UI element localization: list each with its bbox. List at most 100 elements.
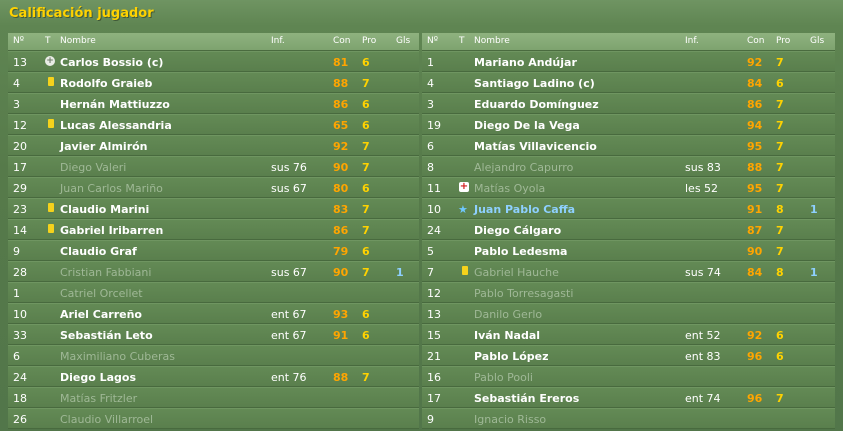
- player-condition: 88: [333, 371, 349, 384]
- table-row[interactable]: 17 Sebastián Ereros ent 74 96 7: [422, 387, 835, 408]
- player-rating: 7: [362, 203, 370, 216]
- table-row[interactable]: 21 Pablo López ent 83 96 6: [422, 345, 835, 366]
- player-name: Ariel Carreño: [60, 308, 142, 321]
- player-name: Claudio Villarroel: [60, 413, 154, 426]
- player-condition: 83: [333, 203, 349, 216]
- player-number: 11: [427, 182, 441, 195]
- table-row[interactable]: 26 Claudio Villarroel: [8, 408, 419, 429]
- player-name: Gabriel Hauche: [474, 266, 559, 279]
- header-pro[interactable]: Pro: [362, 36, 376, 46]
- table-row[interactable]: 4 Santiago Ladino (c) 84 6: [422, 72, 835, 93]
- player-number: 10: [13, 308, 27, 321]
- player-condition: 81: [333, 56, 349, 69]
- player-rating: 7: [776, 140, 784, 153]
- player-info: sus 67: [271, 266, 307, 279]
- player-number: 26: [13, 413, 27, 426]
- player-condition: 80: [333, 182, 349, 195]
- table-row[interactable]: 6 Maximiliano Cuberas: [8, 345, 419, 366]
- table-row[interactable]: 23 Claudio Marini 83 7: [8, 198, 419, 219]
- header-pro[interactable]: Pro: [776, 36, 790, 46]
- table-row[interactable]: 5 Pablo Ledesma 90 7: [422, 240, 835, 261]
- table-row[interactable]: 24 Diego Lagos ent 76 88 7: [8, 366, 419, 387]
- table-row[interactable]: 13 Carlos Bossio (c) 81 6 +: [8, 51, 419, 72]
- player-number: 15: [427, 329, 441, 342]
- table-row[interactable]: 14 Gabriel Iribarren 86 7: [8, 219, 419, 240]
- table-row[interactable]: 3 Eduardo Domínguez 86 7: [422, 93, 835, 114]
- table-row[interactable]: 13 Danilo Gerlo: [422, 303, 835, 324]
- header-con[interactable]: Con: [333, 36, 351, 46]
- table-row[interactable]: 9 Claudio Graf 79 6: [8, 240, 419, 261]
- player-name: Claudio Graf: [60, 245, 137, 258]
- table-row[interactable]: 16 Pablo Pooli: [422, 366, 835, 387]
- header-inf[interactable]: Inf.: [685, 36, 699, 46]
- header-t[interactable]: T: [45, 36, 51, 46]
- player-rating: 6: [362, 56, 370, 69]
- player-rating: 6: [362, 98, 370, 111]
- player-rating: 8: [776, 266, 784, 279]
- table-row[interactable]: 12 Pablo Torresagasti: [422, 282, 835, 303]
- table-row[interactable]: 1 Catriel Orcellet: [8, 282, 419, 303]
- table-row[interactable]: 10 Juan Pablo Caffa 91 8 1 ★: [422, 198, 835, 219]
- player-name: Matías Oyola: [474, 182, 546, 195]
- player-condition: 92: [747, 329, 763, 342]
- table-row[interactable]: 17 Diego Valeri sus 76 90 7: [8, 156, 419, 177]
- table-row[interactable]: 10 Ariel Carreño ent 67 93 6: [8, 303, 419, 324]
- header-num[interactable]: Nº: [13, 36, 24, 46]
- table-row[interactable]: 3 Hernán Mattiuzzo 86 6: [8, 93, 419, 114]
- header-gls[interactable]: Gls: [396, 36, 410, 46]
- table-row[interactable]: 28 Cristian Fabbiani sus 67 90 7 1: [8, 261, 419, 282]
- player-rating: 7: [362, 266, 370, 279]
- player-name: Pablo Torresagasti: [474, 287, 574, 300]
- player-info: sus 83: [685, 161, 721, 174]
- player-rating: 7: [362, 77, 370, 90]
- header-gls[interactable]: Gls: [810, 36, 824, 46]
- table-row[interactable]: 12 Lucas Alessandria 65 6: [8, 114, 419, 135]
- player-rating: 7: [776, 161, 784, 174]
- player-condition: 90: [747, 245, 763, 258]
- player-name: Claudio Marini: [60, 203, 150, 216]
- yellow-card-icon: [462, 266, 468, 275]
- table-row[interactable]: 33 Sebastián Leto ent 67 91 6: [8, 324, 419, 345]
- table-row[interactable]: 4 Rodolfo Graieb 88 7: [8, 72, 419, 93]
- player-number: 28: [13, 266, 27, 279]
- header-name[interactable]: Nombre: [474, 36, 510, 46]
- table-row[interactable]: 18 Matías Fritzler: [8, 387, 419, 408]
- player-number: 9: [427, 413, 434, 426]
- player-goals: 1: [810, 203, 818, 216]
- yellow-card-icon: [48, 119, 54, 128]
- player-rating-panel: Calificación jugador Nº T Nombre Inf. Co…: [0, 0, 843, 431]
- player-name: Alejandro Capurro: [474, 161, 574, 174]
- player-number: 33: [13, 329, 27, 342]
- table-row[interactable]: 29 Juan Carlos Mariño sus 67 80 6: [8, 177, 419, 198]
- table-row[interactable]: 15 Iván Nadal ent 52 92 6: [422, 324, 835, 345]
- away-team-table: Nº T Nombre Inf. Con Pro Gls 1 Mariano An…: [422, 33, 835, 429]
- header-inf[interactable]: Inf.: [271, 36, 285, 46]
- table-row[interactable]: 24 Diego Cálgaro 87 7: [422, 219, 835, 240]
- player-rating: 7: [776, 119, 784, 132]
- player-name: Rodolfo Graieb: [60, 77, 153, 90]
- player-name: Pablo Pooli: [474, 371, 533, 384]
- header-t[interactable]: T: [459, 36, 465, 46]
- player-name: Catriel Orcellet: [60, 287, 143, 300]
- table-row[interactable]: 19 Diego De la Vega 94 7: [422, 114, 835, 135]
- header-num[interactable]: Nº: [427, 36, 438, 46]
- player-number: 1: [13, 287, 20, 300]
- player-info: ent 67: [271, 308, 307, 321]
- table-row[interactable]: 20 Javier Almirón 92 7: [8, 135, 419, 156]
- player-rating: 7: [776, 56, 784, 69]
- player-name: Diego Lagos: [60, 371, 137, 384]
- table-row[interactable]: 8 Alejandro Capurro sus 83 88 7: [422, 156, 835, 177]
- header-con[interactable]: Con: [747, 36, 765, 46]
- table-row[interactable]: 11 Matías Oyola les 52 95 7 +: [422, 177, 835, 198]
- player-info: ent 76: [271, 371, 307, 384]
- table-row[interactable]: 9 Ignacio Risso: [422, 408, 835, 429]
- table-row[interactable]: 6 Matías Villavicencio 95 7: [422, 135, 835, 156]
- table-row[interactable]: 7 Gabriel Hauche sus 74 84 8 1: [422, 261, 835, 282]
- player-name: Eduardo Domínguez: [474, 98, 599, 111]
- player-goals: 1: [810, 266, 818, 279]
- player-condition: 87: [747, 224, 763, 237]
- player-rating: 6: [362, 119, 370, 132]
- home-team-table: Nº T Nombre Inf. Con Pro Gls 13 Carlos Bo…: [8, 33, 419, 429]
- table-row[interactable]: 1 Mariano Andújar 92 7: [422, 51, 835, 72]
- header-name[interactable]: Nombre: [60, 36, 96, 46]
